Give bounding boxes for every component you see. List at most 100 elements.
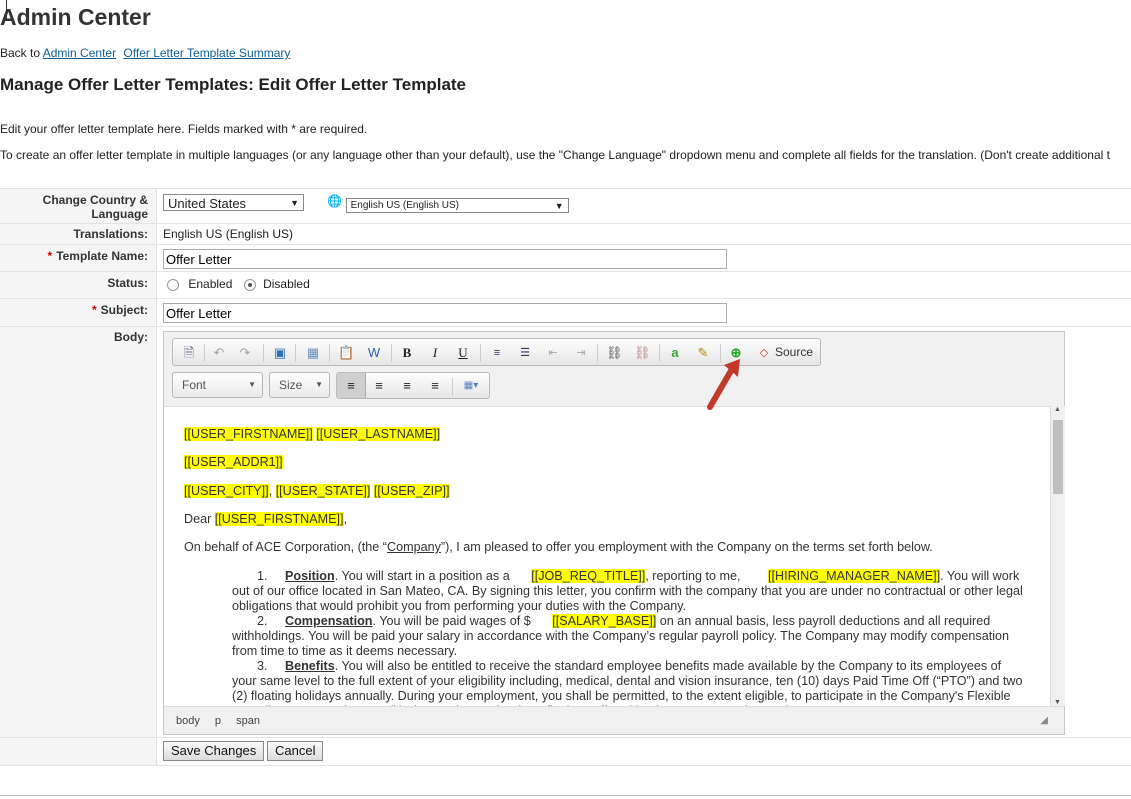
row-country-language: Change Country & Language United States ▼… bbox=[0, 188, 1131, 224]
annotation-arrow bbox=[707, 359, 740, 410]
salutation-text: Dear bbox=[184, 512, 212, 526]
token-salary-base: [[SALARY_BASE]] bbox=[552, 614, 657, 628]
template-summary-link[interactable]: Offer Letter Template Summary bbox=[123, 46, 290, 60]
path-p[interactable]: p bbox=[215, 715, 221, 727]
language-select[interactable]: English US (English US) ▼ bbox=[345, 198, 569, 213]
preview-icon[interactable]: 🗎 bbox=[181, 345, 197, 361]
page-footer-divider bbox=[0, 795, 1131, 796]
size-combo-label: Size bbox=[279, 378, 303, 392]
toolbar-separator bbox=[295, 344, 296, 362]
scroll-up-icon[interactable]: ▲ bbox=[1054, 406, 1061, 413]
scroll-down-icon[interactable]: ▼ bbox=[1054, 699, 1061, 706]
token-user-city: [[USER_CITY]] bbox=[184, 484, 269, 498]
list-number: 1. bbox=[257, 569, 268, 583]
align-center-icon[interactable]: ≡ bbox=[371, 378, 387, 394]
position-heading: Position bbox=[285, 569, 335, 583]
salutation: Dear [[USER_FIRSTNAME]], bbox=[184, 512, 348, 526]
compensation-heading: Compensation bbox=[285, 614, 373, 628]
italic-icon[interactable]: I bbox=[427, 345, 443, 361]
source-icon[interactable]: ◇ bbox=[756, 345, 772, 361]
page-title: Admin Center bbox=[0, 4, 151, 30]
position-text-a: . You will start in a position as a bbox=[334, 569, 510, 583]
row-status: Status: Enabled Disabled bbox=[0, 271, 1131, 299]
save-changes-button[interactable]: Save Changes bbox=[163, 741, 265, 761]
toolbar-separator bbox=[391, 344, 392, 362]
address-line-name: [[USER_FIRSTNAME]] [[USER_LASTNAME]] bbox=[184, 427, 441, 441]
template-name-input[interactable] bbox=[163, 249, 727, 269]
subject-label-text: Subject: bbox=[100, 303, 148, 317]
token-user-firstname: [[USER_FIRSTNAME]] bbox=[214, 512, 344, 526]
benefits-heading: Benefits bbox=[285, 659, 335, 673]
paste-text-icon[interactable]: 📋 bbox=[338, 345, 354, 361]
resize-handle-icon[interactable]: ◢ bbox=[1040, 707, 1048, 735]
address-line-city: [[USER_CITY]], [[USER_STATE]] [[USER_ZIP… bbox=[184, 484, 450, 498]
language-instructions: To create an offer letter template in mu… bbox=[0, 148, 1110, 162]
intro-paragraph: On behalf of ACE Corporation, (the “Comp… bbox=[184, 540, 933, 554]
link-icon[interactable]: ⛓ bbox=[606, 345, 623, 361]
status-enabled-label: Enabled bbox=[188, 277, 233, 291]
country-language-label: Change Country & Language bbox=[0, 189, 157, 224]
form-end-line bbox=[0, 765, 1131, 766]
paste-word-icon[interactable]: W bbox=[366, 345, 382, 361]
compensation-text-a: . You will be paid wages of $ bbox=[372, 614, 531, 628]
indent-icon[interactable]: ⇥ bbox=[573, 345, 589, 361]
admin-center-link[interactable]: Admin Center bbox=[43, 46, 116, 60]
subject-label: * Subject: bbox=[0, 299, 157, 327]
table-icon[interactable]: ▦ bbox=[305, 345, 321, 361]
country-language-controls: United States ▼ 🌐 English US (English US)… bbox=[163, 194, 569, 213]
token-user-firstname: [[USER_FIRSTNAME]] bbox=[184, 427, 313, 441]
actions-label-cell bbox=[0, 738, 157, 766]
editor-scrollbar[interactable]: ▲ ▼ bbox=[1050, 406, 1065, 706]
list-item-benefits: 3. Benefits. You will also be entitled t… bbox=[232, 659, 1026, 707]
chevron-down-icon: ▼ bbox=[315, 380, 323, 389]
token-user-state: [[USER_STATE]] bbox=[275, 484, 371, 498]
numbered-list-icon[interactable]: ≡ bbox=[489, 345, 505, 361]
list-item-position: 1. Position. You will start in a positio… bbox=[232, 569, 1026, 614]
rich-text-editor: 🗎 ↶ ↷ ▣ ▦ 📋 W B I U ≡ ☰ ⇤ ⇥ ⛓ ⛓ a ✎ ⊕ ◇ … bbox=[163, 331, 1065, 735]
redo-icon[interactable]: ↷ bbox=[237, 345, 253, 361]
status-disabled-radio[interactable] bbox=[243, 278, 256, 291]
scrollbar-thumb[interactable] bbox=[1053, 420, 1063, 494]
image-icon[interactable]: ▣ bbox=[272, 345, 288, 361]
toolbar-separator bbox=[452, 378, 453, 396]
underline-icon[interactable]: U bbox=[455, 345, 471, 361]
status-enabled-radio[interactable] bbox=[167, 278, 179, 291]
spellcheck-icon[interactable]: a bbox=[667, 345, 683, 361]
cancel-button[interactable]: Cancel bbox=[267, 741, 324, 761]
translations-label: Translations: bbox=[0, 224, 157, 245]
list-item-compensation: 2. Compensation. You will be paid wages … bbox=[232, 614, 1026, 659]
align-right-icon[interactable]: ≡ bbox=[399, 378, 415, 394]
undo-icon[interactable]: ↶ bbox=[211, 345, 227, 361]
editor-element-path: body p span ◢ bbox=[164, 706, 1064, 734]
toolbar-separator bbox=[659, 344, 660, 362]
bold-icon[interactable]: B bbox=[399, 345, 415, 361]
list-number: 3. bbox=[257, 659, 268, 673]
align-left-icon[interactable]: ≡ bbox=[337, 373, 366, 398]
size-combo[interactable]: Size ▼ bbox=[269, 372, 330, 398]
country-select-value: United States bbox=[168, 196, 247, 211]
toolbar-separator bbox=[597, 344, 598, 362]
intro-text: Edit your offer letter template here. Fi… bbox=[0, 122, 368, 136]
path-span[interactable]: span bbox=[236, 715, 260, 727]
toolbar-separator bbox=[204, 344, 205, 362]
list-number: 2. bbox=[257, 614, 268, 628]
chevron-down-icon: ▼ bbox=[554, 201, 564, 211]
outdent-icon[interactable]: ⇤ bbox=[545, 345, 561, 361]
source-button-label[interactable]: Source bbox=[775, 345, 813, 359]
editor-content[interactable]: [[USER_FIRSTNAME]] [[USER_LASTNAME]] [[U… bbox=[164, 406, 1050, 707]
path-body[interactable]: body bbox=[176, 715, 200, 727]
font-combo[interactable]: Font ▼ bbox=[172, 372, 263, 398]
status-label: Status: bbox=[0, 272, 157, 299]
justify-icon[interactable]: ≡ bbox=[427, 378, 443, 394]
bulleted-list-icon[interactable]: ☰ bbox=[517, 345, 533, 361]
token-hiring-manager-name: [[HIRING_MANAGER_NAME]] bbox=[768, 569, 941, 583]
color-picker-icon[interactable]: ▦▾ bbox=[459, 378, 483, 394]
country-select[interactable]: United States ▼ bbox=[163, 194, 304, 211]
row-translations: Translations: English US (English US) bbox=[0, 223, 1131, 245]
token-user-addr1: [[USER_ADDR1]] bbox=[184, 455, 283, 469]
subject-input[interactable] bbox=[163, 303, 727, 323]
intro-paragraph-end: ”), I am pleased to offer you employment… bbox=[440, 540, 933, 554]
template-name-label: * Template Name: bbox=[0, 245, 157, 272]
chevron-down-icon: ▼ bbox=[290, 198, 299, 208]
unlink-icon[interactable]: ⛓ bbox=[634, 345, 651, 361]
